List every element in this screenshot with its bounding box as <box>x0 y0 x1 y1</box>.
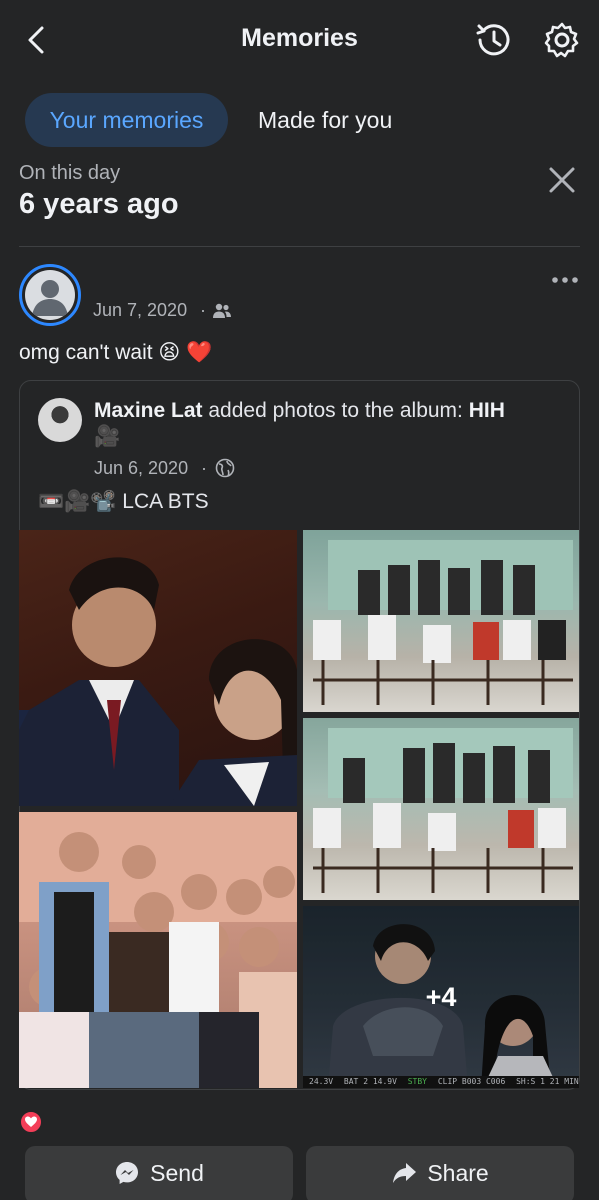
camera-overlay-text: SH:S 1 21 MIN <box>516 1077 579 1086</box>
globe-icon <box>215 458 235 478</box>
shared-author-name[interactable]: Maxine Lat <box>94 399 203 422</box>
share-label: Share <box>427 1160 489 1186</box>
tab-your-memories[interactable]: Your memories <box>25 93 228 147</box>
on-this-day-label: On this day <box>19 162 121 184</box>
friends-icon <box>212 302 232 320</box>
reaction-count[interactable] <box>19 1110 43 1134</box>
gear-icon <box>544 22 579 58</box>
camera-overlay-bar: 24.3V BAT 2 14.9V STBY CLIP B003 C006 SH… <box>303 1076 579 1088</box>
shared-post-date[interactable]: Jun 6, 2020 <box>94 458 188 479</box>
ellipsis-icon <box>552 277 578 283</box>
separator-dot: · <box>201 458 207 478</box>
top-bar: Memories <box>0 0 599 80</box>
share-arrow-icon <box>393 1162 417 1183</box>
share-button[interactable]: Share <box>306 1146 574 1200</box>
shared-author-avatar[interactable] <box>38 398 82 442</box>
photo-3[interactable] <box>303 718 579 900</box>
post-text: omg can't wait 😫 ❤️ <box>19 341 213 364</box>
section-divider <box>19 246 580 247</box>
messenger-icon <box>116 1161 139 1184</box>
avatar[interactable] <box>19 264 81 326</box>
photo-4[interactable] <box>19 812 297 1088</box>
years-ago-heading: 6 years ago <box>19 188 179 220</box>
photo-5[interactable]: +4 24.3V BAT 2 14.9V STBY CLIP B003 C006… <box>303 906 579 1088</box>
heart-icon <box>25 1116 37 1127</box>
post-date[interactable]: Jun 7, 2020 <box>93 300 187 321</box>
camera-overlay-text: BAT 2 14.9V <box>343 1077 397 1086</box>
separator-dot: · <box>200 300 206 320</box>
more-options-button[interactable] <box>550 270 580 290</box>
camera-overlay-text: CLIP B003 C006 <box>437 1077 506 1086</box>
tab-made-for-you[interactable]: Made for you <box>258 93 392 147</box>
history-button[interactable] <box>473 20 515 60</box>
shared-caption: 📼🎥📽️ LCA BTS <box>38 490 209 513</box>
default-avatar-icon <box>25 270 75 320</box>
album-emoji: 🎥 <box>94 425 121 448</box>
dismiss-button[interactable] <box>544 162 580 198</box>
settings-button[interactable] <box>541 20 583 60</box>
camera-overlay-text: STBY <box>407 1077 427 1086</box>
send-label: Send <box>150 1160 204 1186</box>
camera-overlay-text: 24.3V <box>309 1077 334 1086</box>
more-photos-count[interactable]: +4 <box>303 906 579 1088</box>
close-icon <box>549 167 575 193</box>
shared-action-text: added photos to the album: <box>202 399 469 422</box>
photo-2[interactable] <box>303 530 579 712</box>
photo-1[interactable] <box>19 530 297 806</box>
shared-post-headline: Maxine Lat added photos to the album: HI… <box>94 398 574 450</box>
album-name[interactable]: HIH <box>469 399 505 422</box>
send-button[interactable]: Send <box>25 1146 293 1200</box>
history-clock-icon <box>476 24 510 56</box>
